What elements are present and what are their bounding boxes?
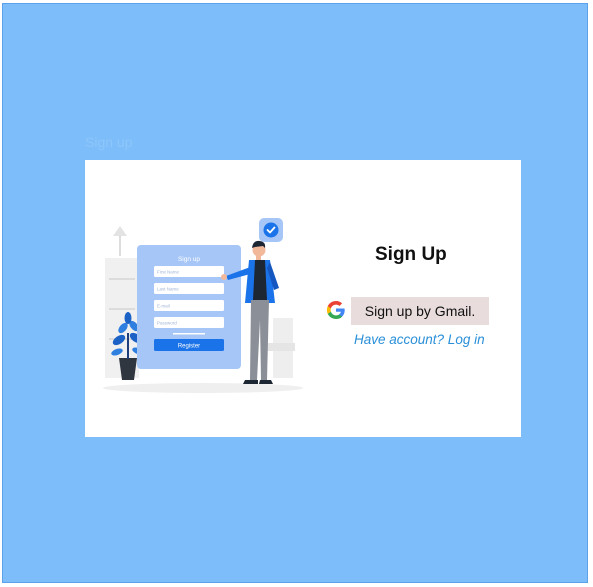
gmail-signup-button[interactable]: Sign up by Gmail. (351, 297, 489, 325)
background-title: Sign up (85, 134, 133, 150)
signup-panel: Sign Up Sign up by Gmail. Have account? … (315, 160, 521, 437)
illustration-field-last-name: Last Name (157, 287, 179, 292)
signup-title: Sign Up (375, 244, 447, 265)
check-icon (259, 218, 283, 242)
illustration-field-password: Password (157, 321, 177, 326)
google-icon[interactable] (326, 300, 346, 320)
illustration-register-button: Register (178, 344, 200, 350)
illustration-field-email: E-mail (157, 304, 170, 309)
illustration-form-title: Sign up (178, 256, 200, 263)
login-link[interactable]: Have account? Log in (354, 332, 485, 347)
illustration-field-first-name: First Name (157, 270, 179, 275)
signup-illustration: Sign up First Name Last Name E-mail Pass… (103, 218, 303, 393)
page-background: Sign up Sign up First Name Last Name E-m… (2, 3, 588, 583)
signup-card: Sign up First Name Last Name E-mail Pass… (85, 160, 521, 437)
